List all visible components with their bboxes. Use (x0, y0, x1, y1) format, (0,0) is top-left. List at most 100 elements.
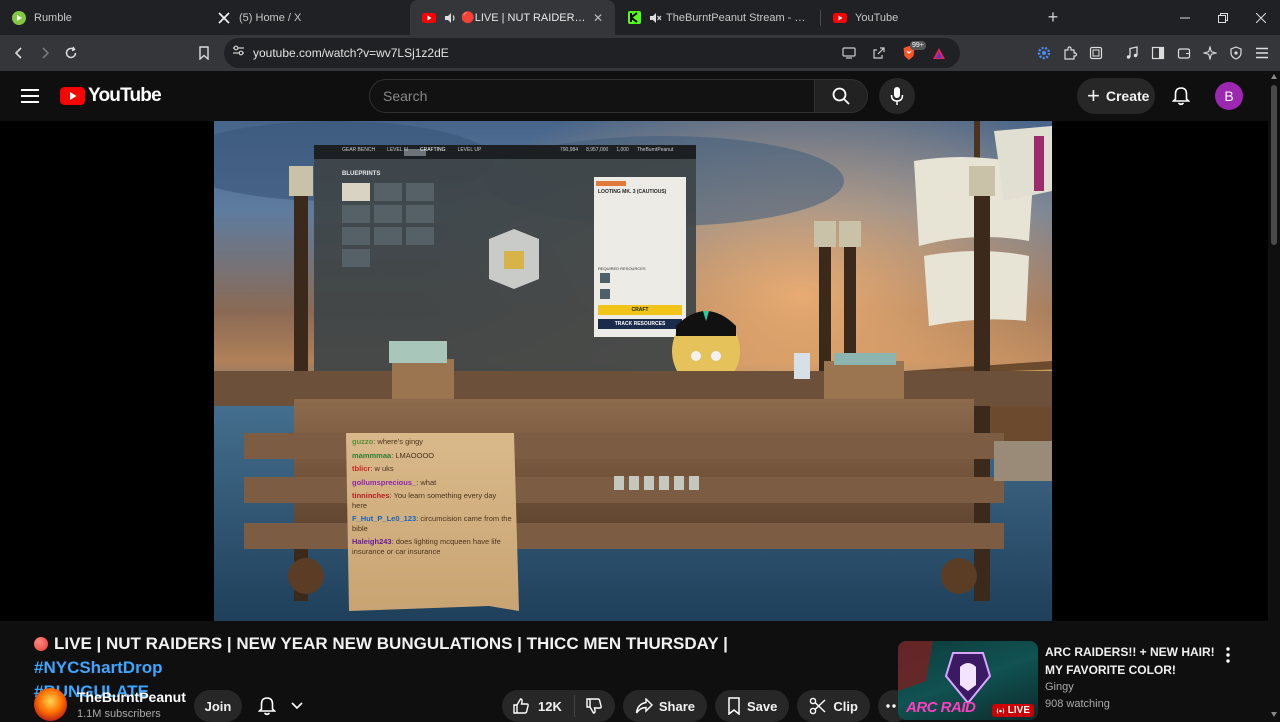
tab-youtube-live[interactable]: 🔴LIVE | NUT RAIDERS | NEW ✕ (410, 0, 615, 35)
video-player[interactable]: guzzo: where's gingy mammmaa: LMAOOOO tb… (214, 121, 1052, 621)
search-button[interactable] (815, 79, 868, 113)
recommended-video[interactable]: ARC RAID LIVE ARC RAIDERS!! + NEW HAIR! … (898, 641, 1243, 720)
tab-x-home[interactable]: (5) Home / X (205, 0, 410, 35)
speaker-icon[interactable] (444, 12, 457, 24)
recommended-title[interactable]: ARC RAIDERS!! + NEW HAIR! MY FAVORITE CO… (1045, 643, 1215, 679)
microphone-icon (890, 87, 904, 105)
window-controls (1166, 0, 1280, 35)
recommended-viewers: 908 watching (1045, 698, 1110, 710)
bookmark-icon[interactable] (191, 40, 217, 66)
chevron-down-icon (290, 702, 303, 710)
minimize-button[interactable] (1166, 0, 1204, 35)
live-badge: LIVE (991, 704, 1034, 717)
recommended-thumbnail[interactable]: ARC RAID LIVE (898, 641, 1038, 720)
back-button[interactable] (6, 40, 32, 66)
brave-shields-icon[interactable]: 99+ (896, 40, 926, 66)
share-button[interactable]: Share (622, 690, 707, 722)
share-arrow-icon (635, 698, 653, 714)
kick-icon (627, 11, 641, 25)
share-page-icon[interactable] (866, 40, 892, 66)
search-input[interactable] (383, 88, 814, 104)
restore-button[interactable] (1204, 0, 1242, 35)
game-capture-panel (314, 145, 696, 373)
tab-kick-stream[interactable]: TheBurntPeanut Stream - Watch (615, 0, 820, 35)
chat-message: F_Hut_P_Le0_123: circumcision came from … (352, 514, 512, 533)
dislike-button[interactable] (575, 697, 615, 715)
brave-rewards-icon[interactable] (926, 40, 952, 66)
channel-avatar[interactable] (34, 688, 67, 721)
chat-message: tinninches: You learn something every da… (352, 491, 497, 510)
save-button[interactable]: Save (715, 690, 790, 722)
media-music-icon[interactable] (1120, 40, 1144, 66)
vpn-icon[interactable] (1224, 40, 1248, 66)
tab-rumble[interactable]: Rumble (0, 0, 205, 35)
live-red-dot-icon (34, 637, 48, 651)
url-text[interactable]: youtube.com/watch?v=wv7LSj1z2dE (253, 46, 836, 60)
chat-message: guzzo: where's gingy (352, 437, 424, 446)
reload-button[interactable] (58, 40, 84, 66)
scroll-up-arrow-icon[interactable] (1271, 74, 1277, 79)
close-tab-icon[interactable]: ✕ (591, 11, 605, 25)
create-button[interactable]: + Create (1077, 78, 1155, 114)
recommended-menu-button[interactable] (1220, 645, 1236, 665)
cast-icon[interactable] (836, 40, 862, 66)
chat-overlay: guzzo: where's gingy mammmaa: LMAOOOO tb… (352, 437, 512, 560)
search-icon (832, 87, 850, 105)
channel-name[interactable]: TheBurntPeanut (77, 688, 186, 706)
extensions-puzzle-icon[interactable] (1058, 40, 1082, 66)
screenshot-icon[interactable] (1084, 40, 1108, 66)
hashtag-link[interactable]: #NYCShartDrop (34, 658, 162, 677)
new-tab-button[interactable]: + (1038, 3, 1068, 33)
item-name: LOOTING MK. 3 (CAUTIOUS) (598, 189, 667, 195)
search-box[interactable] (369, 79, 815, 113)
browser-menu-icon[interactable] (1250, 40, 1274, 66)
wallet-icon[interactable] (1172, 40, 1196, 66)
leo-ai-icon[interactable] (1198, 40, 1222, 66)
tab-title: 🔴LIVE | NUT RAIDERS | NEW (461, 12, 591, 24)
youtube-header: YouTube + Create B (0, 71, 1268, 121)
extensions-area (1032, 40, 1274, 66)
stream-scene: guzzo: where's gingy mammmaa: LMAOOOO tb… (214, 121, 1052, 621)
site-settings-icon[interactable] (232, 44, 245, 62)
muted-speaker-icon[interactable] (649, 12, 662, 24)
video-actions: 12K Share Save Clip (502, 690, 910, 722)
live-broadcast-icon (996, 707, 1005, 714)
close-window-button[interactable] (1242, 0, 1280, 35)
tab-title: (5) Home / X (239, 11, 302, 24)
guide-menu-button[interactable] (18, 84, 42, 108)
tab-youtube[interactable]: YouTube (821, 0, 1026, 35)
account-avatar[interactable]: B (1215, 82, 1243, 110)
like-button[interactable]: 12K (502, 695, 575, 717)
clip-button[interactable]: Clip (797, 690, 870, 722)
thumbs-up-icon (513, 698, 529, 714)
youtube-icon (422, 11, 436, 25)
save-bookmark-icon (728, 697, 740, 715)
tab-title: YouTube (855, 11, 899, 24)
sidebar-icon[interactable] (1146, 40, 1170, 66)
voice-search-button[interactable] (879, 78, 915, 114)
scrollbar-thumb[interactable] (1271, 85, 1277, 245)
address-bar[interactable]: youtube.com/watch?v=wv7LSj1z2dE 99+ (224, 38, 960, 68)
join-button[interactable]: Join (194, 690, 242, 722)
like-count: 12K (538, 698, 562, 714)
game-header-bar: GEAR BENCH LEVEL III CRAFTING LEVEL UP (342, 147, 482, 153)
rumble-icon (12, 10, 26, 25)
shields-badge: 99+ (910, 41, 926, 50)
like-dislike-group: 12K (502, 690, 615, 722)
forward-button[interactable] (32, 40, 58, 66)
scissors-icon (810, 697, 826, 715)
recommended-channel[interactable]: Gingy (1045, 681, 1074, 693)
notifications-button[interactable] (1167, 82, 1195, 110)
page-scrollbar[interactable] (1268, 71, 1280, 720)
subscription-notifications-button[interactable] (250, 690, 310, 722)
extension-gear-icon[interactable] (1032, 40, 1056, 66)
game-stats: 790,984 8,957,000 1,000 TheBurntPeanut (560, 147, 674, 153)
scroll-down-arrow-icon[interactable] (1271, 712, 1277, 717)
track-resources-button: TRACK RESOURCES (614, 321, 666, 327)
youtube-icon (833, 11, 847, 25)
youtube-play-icon (60, 87, 85, 105)
more-vertical-icon (1226, 647, 1230, 663)
thumbs-down-icon (586, 698, 602, 714)
plus-icon: + (1087, 83, 1100, 108)
youtube-logo[interactable]: YouTube (60, 85, 162, 107)
